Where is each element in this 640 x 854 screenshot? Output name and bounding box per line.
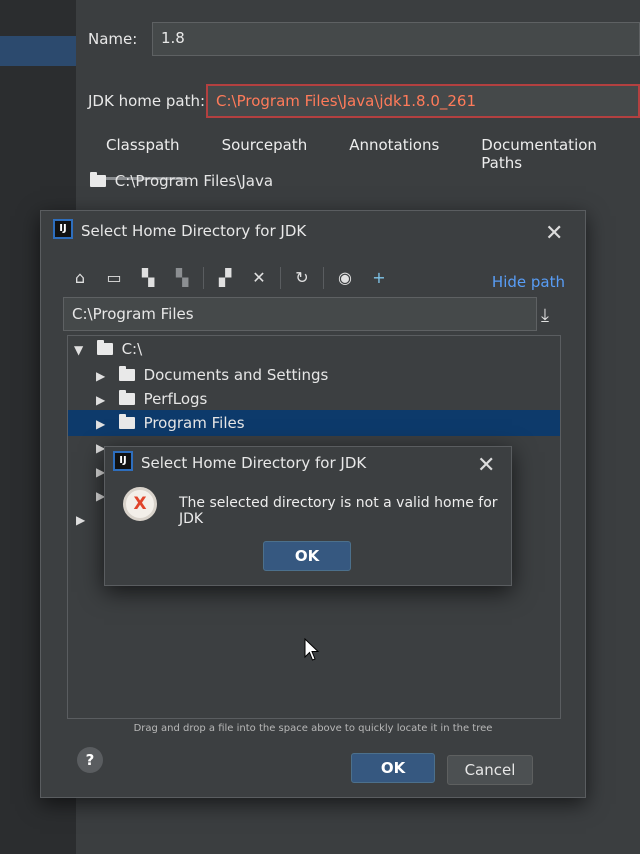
error-popup: IJ Select Home Directory for JDK ✕ X The… <box>104 446 512 586</box>
error-message: The selected directory is not a valid ho… <box>179 495 498 527</box>
refresh-icon[interactable]: ↻ <box>289 265 315 291</box>
error-icon: X <box>123 487 157 521</box>
classpath-entry[interactable]: C:\Program Files\Java <box>90 172 273 190</box>
dialog-title: Select Home Directory for JDK <box>81 222 307 240</box>
intellij-app-icon: IJ <box>113 451 133 471</box>
show-hidden-icon[interactable]: ◉ <box>332 265 358 291</box>
toolbar-separator <box>203 267 204 289</box>
file-chooser-toolbar: ⌂ ▭ ▚ ▚ ▞ ✕ ↻ ◉ + <box>67 263 400 293</box>
delete-icon[interactable]: ✕ <box>246 265 272 291</box>
tree-item-label: PerfLogs <box>143 390 208 408</box>
home-icon[interactable]: ⌂ <box>67 265 93 291</box>
path-field[interactable]: C:\Program Files <box>63 297 537 331</box>
mouse-cursor-icon <box>304 637 320 666</box>
folder-icon <box>118 366 135 381</box>
dialog-close-icon[interactable]: ✕ <box>545 223 563 245</box>
tab-annotations[interactable]: Annotations <box>343 134 445 180</box>
hide-path-link[interactable]: Hide path <box>492 273 565 291</box>
folder-icon <box>118 414 135 429</box>
name-label: Name: <box>88 30 138 48</box>
download-icon[interactable]: ⤓ <box>541 305 549 326</box>
drag-drop-hint: Drag and drop a file into the space abov… <box>133 723 493 734</box>
popup-title: Select Home Directory for JDK <box>141 454 367 472</box>
jdk-home-path-field[interactable]: C:\Program Files\Java\jdk1.8.0_261 <box>206 84 640 118</box>
help-button[interactable]: ? <box>77 747 103 773</box>
drive-icon <box>96 340 113 355</box>
new-folder-icon[interactable]: ▞ <box>212 265 238 291</box>
chevron-down-icon[interactable]: ▼ <box>74 337 88 363</box>
left-sidebar-selected-item[interactable] <box>0 36 76 66</box>
ok-button[interactable]: OK <box>351 753 435 783</box>
project-folder-icon[interactable]: ▚ <box>135 265 161 291</box>
tree-item-label: Program Files <box>143 414 245 432</box>
tree-item-label: Documents and Settings <box>143 366 329 384</box>
jdk-home-path-label: JDK home path: <box>88 92 206 110</box>
folder-icon <box>118 390 135 405</box>
link-icon[interactable]: + <box>366 265 392 291</box>
folder-icon <box>90 172 106 187</box>
dialog-title-bar: IJ Select Home Directory for JDK ✕ <box>41 211 585 251</box>
tab-documentation-paths[interactable]: Documentation Paths <box>475 134 610 180</box>
toolbar-separator <box>280 267 281 289</box>
tree-row-program-files[interactable]: ▶ Program Files <box>68 410 560 436</box>
name-field[interactable]: 1.8 <box>152 22 640 56</box>
popup-ok-button[interactable]: OK <box>263 541 351 571</box>
module-folder-icon[interactable]: ▚ <box>169 265 195 291</box>
popup-close-icon[interactable]: ✕ <box>477 455 495 477</box>
cancel-button[interactable]: Cancel <box>447 755 533 785</box>
classpath-entry-label: C:\Program Files\Java <box>114 172 274 190</box>
intellij-app-icon: IJ <box>53 219 73 239</box>
tree-row-root[interactable]: ▼ C:\ <box>68 336 560 362</box>
toolbar-separator <box>323 267 324 289</box>
chevron-right-icon[interactable]: ▶ <box>76 507 90 533</box>
tree-item-label: C:\ <box>121 340 143 358</box>
desktop-icon[interactable]: ▭ <box>101 265 127 291</box>
tree-row-documents-and-settings[interactable]: ▶ Documents and Settings <box>68 362 560 388</box>
tree-row-perflogs[interactable]: ▶ PerfLogs <box>68 386 560 412</box>
